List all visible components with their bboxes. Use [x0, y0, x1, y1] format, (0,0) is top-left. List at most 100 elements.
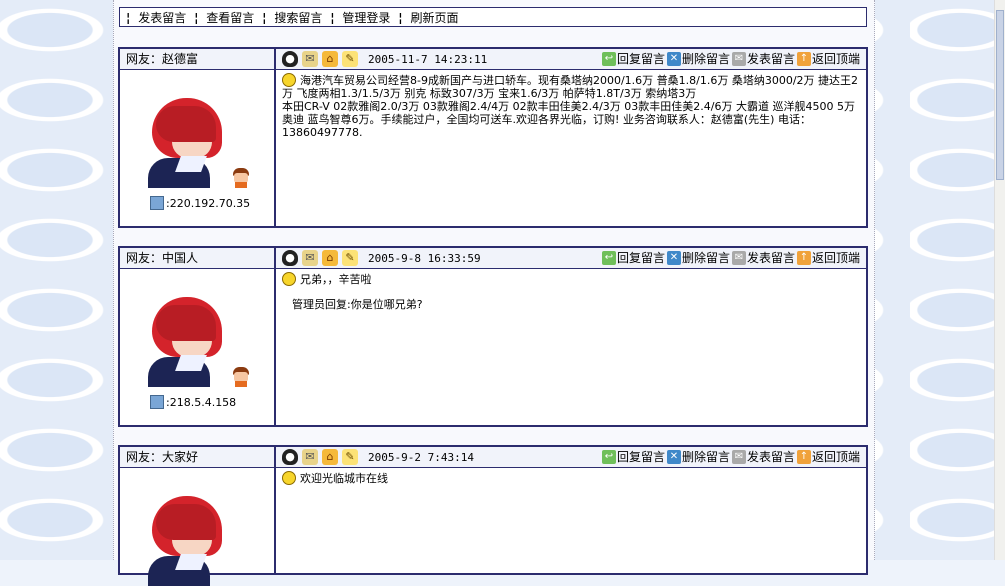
- email-icon[interactable]: ✉: [302, 51, 318, 67]
- avatar-panel: :218.5.4.158: [120, 269, 276, 426]
- reply-button[interactable]: ↩ 回复留言: [601, 249, 665, 266]
- delete-label: 删除留言: [681, 52, 730, 66]
- post-date: 2005-11-7 14:23:11: [368, 52, 488, 66]
- message-actions: ↩ 回复留言 ✕ 删除留言 ✉ 发表留言 ↑ 返回顶端: [601, 50, 860, 67]
- edit-icon[interactable]: ✎: [342, 250, 358, 266]
- delete-button[interactable]: ✕ 删除留言: [666, 50, 730, 67]
- ip-text: :218.5.4.158: [166, 395, 237, 409]
- post-label: 发表留言: [746, 52, 795, 66]
- poster-name: 网友：中国人: [120, 248, 276, 268]
- edit-icon[interactable]: ✎: [342, 51, 358, 67]
- reply-button[interactable]: ↩ 回复留言: [601, 448, 665, 465]
- homepage-icon[interactable]: ⌂: [322, 250, 338, 266]
- homepage-icon[interactable]: ⌂: [322, 51, 338, 67]
- computer-icon: [150, 395, 164, 409]
- back-to-top-button[interactable]: ↑ 返回顶端: [796, 448, 860, 465]
- message-body: :220.192.70.35 海港汽车贸易公司经营8-9成新国产与进口轿车。现有…: [120, 70, 866, 227]
- post-label: 发表留言: [746, 251, 795, 265]
- top-nav: ¦ 发表留言 ¦ 查看留言 ¦ 搜索留言 ¦ 管理登录 ¦ 刷新页面: [119, 7, 867, 27]
- delete-button[interactable]: ✕ 删除留言: [666, 448, 730, 465]
- delete-icon: ✕: [666, 51, 681, 66]
- admin-reply: 管理员回复:你是位哪兄弟?: [292, 298, 423, 311]
- reply-icon: ↩: [601, 51, 616, 66]
- poster-name: 网友：大家好: [120, 447, 276, 467]
- delete-label: 删除留言: [681, 450, 730, 464]
- guestbook-page: ¦ 发表留言 ¦ 查看留言 ¦ 搜索留言 ¦ 管理登录 ¦ 刷新页面 网友：赵德…: [113, 0, 875, 586]
- delete-button[interactable]: ✕ 删除留言: [666, 249, 730, 266]
- post-button[interactable]: ✉ 发表留言: [731, 249, 795, 266]
- avatar: [148, 297, 224, 387]
- post-date: 2005-9-2 7:43:14: [368, 450, 474, 464]
- nav-admin-login[interactable]: 管理登录: [342, 11, 390, 25]
- message-header: 网友：大家好 ● ✉ ⌂ ✎ 2005-9-2 7:43:14 ↩ 回复留言 ✕ 删…: [120, 447, 866, 468]
- back-to-top-button[interactable]: ↑ 返回顶端: [796, 249, 860, 266]
- post-button[interactable]: ✉ 发表留言: [731, 448, 795, 465]
- reply-label: 回复留言: [616, 450, 665, 464]
- nav-post-message[interactable]: 发表留言: [138, 11, 186, 25]
- up-arrow-icon: ↑: [796, 449, 811, 464]
- message-content: 欢迎光临城市在线: [276, 468, 866, 574]
- nav-refresh-page[interactable]: 刷新页面: [410, 11, 458, 25]
- message-text: 兄弟，，辛苦啦: [300, 273, 372, 286]
- nav-separator: ¦: [398, 11, 403, 25]
- nav-search-messages[interactable]: 搜索留言: [274, 11, 322, 25]
- message-text-continued: 本田CR-V 02款雅阁2.0/3万 03款雅阁2.4/4万 02款丰田佳美2.…: [282, 100, 855, 139]
- up-arrow-icon: ↑: [796, 250, 811, 265]
- ip-text: :220.192.70.35: [166, 196, 251, 210]
- message-meta: ● ✉ ⌂ ✎ 2005-9-8 16:33:59 ↩ 回复留言 ✕ 删除留言 ✉ 发…: [276, 248, 866, 268]
- smiley-icon: [282, 471, 296, 485]
- qq-icon[interactable]: ●: [282, 51, 298, 67]
- post-label: 发表留言: [746, 450, 795, 464]
- message-card: 网友：赵德富 ● ✉ ⌂ ✎ 2005-11-7 14:23:11 ↩ 回复留言 …: [118, 47, 868, 228]
- message-meta: ● ✉ ⌂ ✎ 2005-11-7 14:23:11 ↩ 回复留言 ✕ 删除留言 ✉…: [276, 49, 866, 69]
- delete-icon: ✕: [666, 449, 681, 464]
- post-icon: ✉: [731, 51, 746, 66]
- reply-label: 回复留言: [616, 251, 665, 265]
- message-body: :218.5.4.158 兄弟，，辛苦啦 管理员回复:你是位哪兄弟?: [120, 269, 866, 426]
- message-header: 网友：赵德富 ● ✉ ⌂ ✎ 2005-11-7 14:23:11 ↩ 回复留言 …: [120, 49, 866, 70]
- ip-address: :218.5.4.158: [150, 395, 236, 409]
- delete-icon: ✕: [666, 250, 681, 265]
- message-text: 欢迎光临城市在线: [300, 472, 388, 485]
- post-icon: ✉: [731, 250, 746, 265]
- avatar-panel: [120, 468, 276, 586]
- computer-icon: [150, 196, 164, 210]
- nav-separator: ¦: [262, 11, 267, 25]
- post-date: 2005-9-8 16:33:59: [368, 251, 481, 265]
- nav-separator: ¦: [126, 11, 131, 25]
- scrollbar-thumb[interactable]: [996, 10, 1004, 180]
- delete-label: 删除留言: [681, 251, 730, 265]
- message-card: 网友：中国人 ● ✉ ⌂ ✎ 2005-9-8 16:33:59 ↩ 回复留言 ✕…: [118, 246, 868, 427]
- message-header: 网友：中国人 ● ✉ ⌂ ✎ 2005-9-8 16:33:59 ↩ 回复留言 ✕…: [120, 248, 866, 269]
- email-icon[interactable]: ✉: [302, 250, 318, 266]
- message-body: 欢迎光临城市在线: [120, 468, 866, 586]
- avatar: [148, 496, 224, 586]
- reply-button[interactable]: ↩ 回复留言: [601, 50, 665, 67]
- nav-view-messages[interactable]: 查看留言: [206, 11, 254, 25]
- back-to-top-button[interactable]: ↑ 返回顶端: [796, 50, 860, 67]
- message-card: 网友：大家好 ● ✉ ⌂ ✎ 2005-9-2 7:43:14 ↩ 回复留言 ✕ 删…: [118, 445, 868, 586]
- qq-icon[interactable]: ●: [282, 449, 298, 465]
- gender-avatar-icon: [232, 168, 250, 188]
- message-content: 海港汽车贸易公司经营8-9成新国产与进口轿车。现有桑塔纳2000/1.6万 普桑…: [276, 70, 866, 227]
- top-label: 返回顶端: [811, 52, 860, 66]
- top-label: 返回顶端: [811, 450, 860, 464]
- top-label: 返回顶端: [811, 251, 860, 265]
- qq-icon[interactable]: ●: [282, 250, 298, 266]
- homepage-icon[interactable]: ⌂: [322, 449, 338, 465]
- smiley-icon: [282, 73, 296, 87]
- nav-separator: ¦: [194, 11, 199, 25]
- up-arrow-icon: ↑: [796, 51, 811, 66]
- reply-icon: ↩: [601, 250, 616, 265]
- reply-icon: ↩: [601, 449, 616, 464]
- edit-icon[interactable]: ✎: [342, 449, 358, 465]
- message-actions: ↩ 回复留言 ✕ 删除留言 ✉ 发表留言 ↑ 返回顶端: [601, 448, 860, 465]
- email-icon[interactable]: ✉: [302, 449, 318, 465]
- vertical-scrollbar[interactable]: [994, 0, 1005, 560]
- post-button[interactable]: ✉ 发表留言: [731, 50, 795, 67]
- avatar-panel: :220.192.70.35: [120, 70, 276, 227]
- gender-avatar-icon: [232, 367, 250, 387]
- message-actions: ↩ 回复留言 ✕ 删除留言 ✉ 发表留言 ↑ 返回顶端: [601, 249, 860, 266]
- reply-label: 回复留言: [616, 52, 665, 66]
- avatar: [148, 98, 224, 188]
